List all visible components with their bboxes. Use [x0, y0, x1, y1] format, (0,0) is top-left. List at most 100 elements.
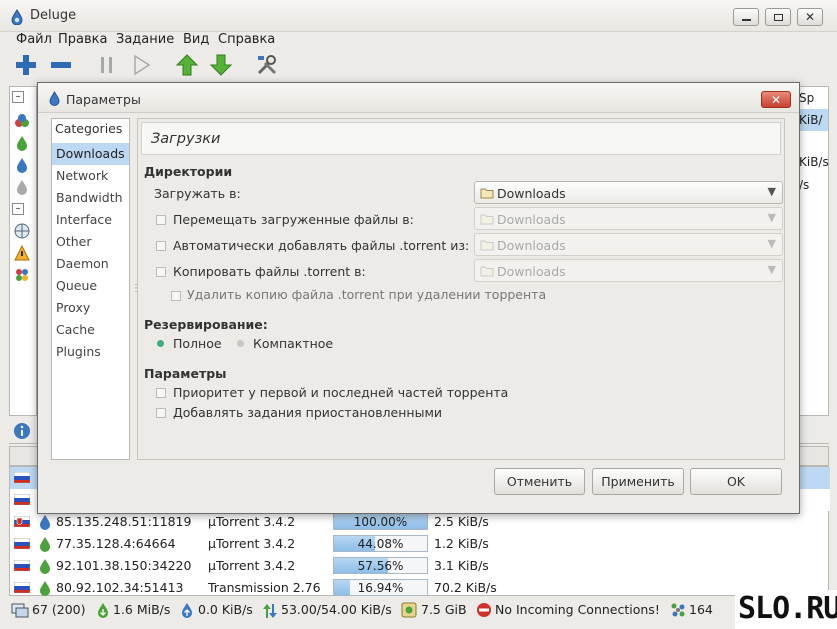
dialog-title: Параметры [66, 92, 141, 107]
move-completed-checkbox[interactable] [156, 215, 166, 225]
preferences-dialog: Параметры ✕ Categories Downloads Network B… [37, 82, 800, 514]
status-connections[interactable]: 67 (200) [32, 602, 86, 617]
flag-ru-icon [14, 582, 30, 593]
deluge-logo-icon [11, 9, 23, 25]
remove-torrent-button[interactable] [48, 52, 74, 78]
dropdown-arrow-icon: ▼ [767, 263, 776, 276]
dropdown-arrow-icon: ▼ [767, 211, 776, 224]
download-to-label: Загружать в: [154, 186, 241, 201]
prioritize-first-last-checkbox[interactable] [156, 388, 166, 398]
tools-icon [257, 55, 277, 75]
peer-client: µTorrent 3.4.2 [208, 558, 296, 573]
dialog-titlebar: Параметры ✕ [38, 83, 799, 113]
apply-button[interactable]: Применить [592, 468, 684, 495]
category-downloads[interactable]: Downloads [52, 143, 129, 165]
category-queue[interactable]: Queue [52, 275, 129, 297]
maximize-button[interactable] [765, 8, 791, 26]
downloading-icon [17, 136, 27, 151]
info-icon[interactable] [13, 422, 31, 440]
torrent-list-edge: Sp KiB/ KiB/s /s [799, 86, 829, 416]
cell-speed: KiB/s [799, 155, 829, 169]
peer-progress-bar: 57.56% [333, 557, 428, 574]
menu-help[interactable]: Справка [218, 32, 275, 47]
preferences-button[interactable] [254, 52, 280, 78]
warning-icon [14, 245, 30, 261]
delete-copy-checkbox[interactable] [171, 291, 181, 301]
close-button[interactable]: ✕ [797, 8, 823, 26]
categories-list: Categories Downloads Network Bandwidth Inte… [51, 118, 130, 460]
copy-torrent-combo[interactable]: Downloads ▼ [474, 259, 783, 282]
upload-speed-icon [182, 603, 192, 618]
dht-icon [671, 603, 685, 617]
ok-button[interactable]: OK [690, 468, 782, 495]
peer-client: µTorrent 3.4.2 [208, 514, 296, 529]
add-paused-checkbox[interactable] [156, 408, 166, 418]
folder-icon [480, 214, 494, 225]
status-incoming[interactable]: No Incoming Connections! [495, 602, 660, 617]
menu-view[interactable]: Вид [183, 32, 209, 47]
resume-button[interactable] [128, 52, 154, 78]
arrow-up-icon [175, 54, 199, 76]
move-completed-combo[interactable]: Downloads ▼ [474, 207, 783, 230]
download-folder-value: Downloads [497, 186, 566, 201]
arrow-down-icon [209, 54, 233, 76]
menu-file[interactable]: Файл [16, 32, 52, 47]
minimize-button[interactable] [733, 8, 759, 26]
category-network[interactable]: Network [52, 165, 129, 187]
category-proxy[interactable]: Proxy [52, 297, 129, 319]
peer-progress-text: 100.00% [353, 515, 408, 529]
autoadd-label: Автоматически добавлять файлы .torrent и… [173, 238, 470, 253]
prioritize-first-last-label: Приоритет у первой и последней частей то… [173, 385, 509, 400]
peer-client: µTorrent 3.4.2 [208, 536, 296, 551]
peer-address: 92.101.38.150:34220 [56, 558, 192, 573]
flag-ru-icon [14, 472, 30, 483]
menu-edit[interactable]: Правка [58, 32, 107, 47]
peer-row[interactable]: 77.35.128.4:64664 µTorrent 3.4.2 44.08% 1.2… [10, 533, 830, 555]
status-download[interactable]: 1.6 MiB/s [113, 602, 170, 617]
status-upload[interactable]: 0.0 KiB/s [198, 602, 253, 617]
folder-icon [480, 266, 494, 277]
compact-allocation-radio[interactable] [237, 340, 244, 347]
cancel-button[interactable]: Отменить [494, 468, 585, 495]
category-interface[interactable]: Interface [52, 209, 129, 231]
collapse-icon[interactable]: – [12, 203, 24, 215]
category-cache[interactable]: Cache [52, 319, 129, 341]
queue-down-button[interactable] [208, 52, 234, 78]
peer-progress-bar: 100.00% [333, 513, 428, 530]
folder-icon [480, 240, 494, 251]
peer-progress-text: 57.56% [357, 559, 404, 573]
dialog-close-button[interactable]: ✕ [761, 91, 791, 108]
copy-torrent-checkbox[interactable] [156, 267, 166, 277]
status-free-space: 7.5 GiB [421, 602, 467, 617]
autoadd-checkbox[interactable] [156, 241, 166, 251]
queue-up-button[interactable] [174, 52, 200, 78]
peer-address: 85.135.248.51:11819 [56, 514, 192, 529]
add-torrent-button[interactable] [13, 52, 39, 78]
connections-icon [11, 603, 29, 618]
disk-space-icon [401, 602, 417, 618]
copy-torrent-label: Копировать файлы .torrent в: [173, 264, 366, 279]
peer-progress-text: 44.08% [357, 537, 404, 551]
filter-sidebar: – – [9, 86, 37, 416]
app-title: Deluge [30, 8, 77, 23]
collapse-icon[interactable]: – [12, 91, 24, 103]
full-allocation-radio[interactable] [157, 340, 164, 347]
pause-button[interactable] [94, 52, 120, 78]
move-completed-value: Downloads [497, 212, 566, 227]
category-bandwidth[interactable]: Bandwidth [52, 187, 129, 209]
flag-sk-icon [14, 516, 30, 527]
download-folder-combo[interactable]: Downloads ▼ [474, 181, 783, 204]
section-options: Параметры [144, 366, 227, 381]
peer-row[interactable]: 85.135.248.51:11819 µTorrent 3.4.2 100.00%… [10, 511, 830, 533]
category-plugins[interactable]: Plugins [52, 341, 129, 363]
autoadd-combo[interactable]: Downloads ▼ [474, 233, 783, 256]
all-torrents-icon [15, 114, 29, 127]
peer-down-speed: 1.2 KiB/s [434, 536, 489, 551]
menu-torrent[interactable]: Задание [116, 32, 174, 47]
category-other[interactable]: Other [52, 231, 129, 253]
flag-ru-icon [14, 538, 30, 549]
labels-icon [16, 269, 28, 281]
category-daemon[interactable]: Daemon [52, 253, 129, 275]
peer-row[interactable]: 92.101.38.150:34220 µTorrent 3.4.2 57.56% 3… [10, 555, 830, 577]
peer-row[interactable]: 80.92.102.34:51413 Transmission 2.76 16.94… [10, 577, 830, 599]
